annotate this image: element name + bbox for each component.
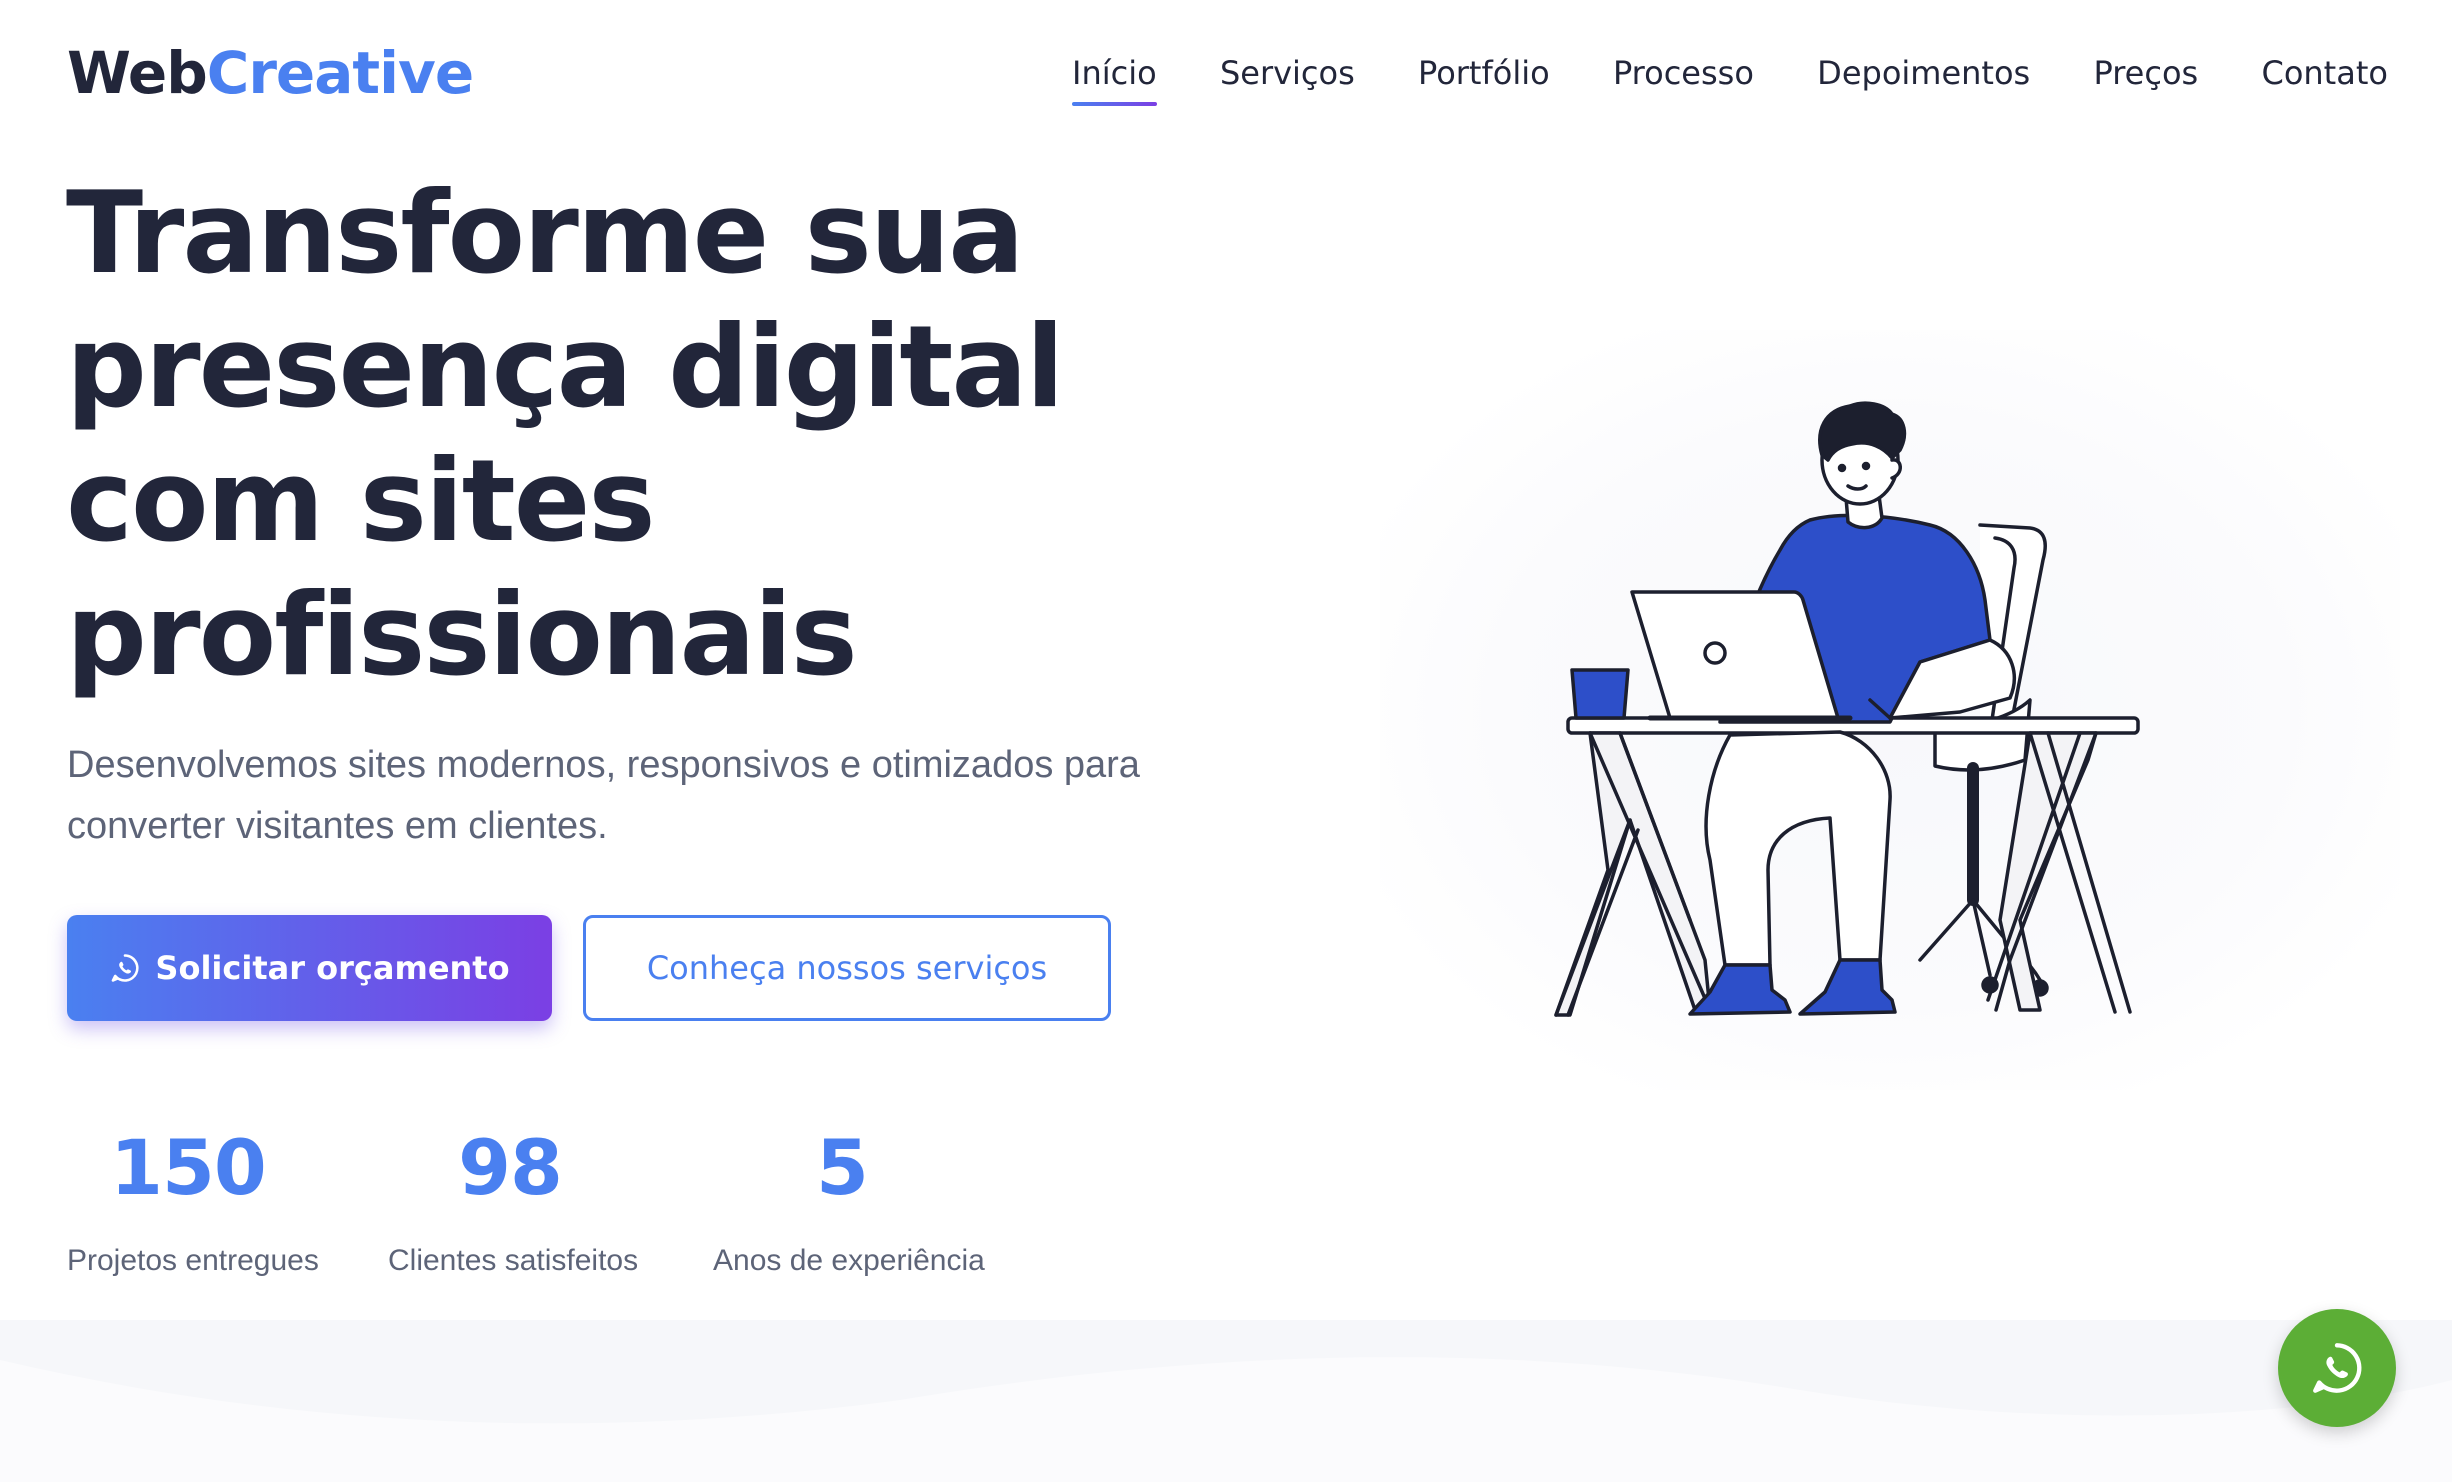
nav-item-precos[interactable]: Preços [2093,50,2198,96]
hero-headline: Transforme sua presença digital com site… [66,166,1166,702]
stat-value: 5 [816,1123,869,1212]
brand-logo[interactable]: WebCreative [67,38,474,108]
hero-subtitle-line: converter visitantes em clientes. [67,805,608,847]
nav-item-contato[interactable]: Contato [2261,50,2387,96]
hero-headline-line: profissionais [66,569,858,701]
our-services-button[interactable]: Conheça nossos serviços [583,915,1111,1021]
stat-projects: 150 Projetos entregues [67,1118,319,1278]
nav-item-portfolio[interactable]: Portfólio [1418,50,1550,96]
brand-logo-part1: Web [67,39,208,107]
bottom-wave-divider [0,1320,2452,1482]
whatsapp-icon [2308,1339,2366,1397]
whatsapp-icon [109,952,141,984]
request-quote-label: Solicitar orçamento [155,949,510,987]
stat-clients: 98 Clientes satisfeitos [388,1118,639,1278]
person-working-on-laptop-illustration [1554,401,2140,1017]
whatsapp-floating-button[interactable] [2278,1309,2396,1427]
stat-label: Anos de experiência [713,1244,985,1277]
brand-logo-part2: Creative [206,39,474,107]
hero-headline-line: com sites [66,435,656,567]
stat-value: 98 [458,1123,563,1212]
stat-label: Clientes satisfeitos [388,1244,639,1277]
stat-years: 5 Anos de experiência [713,1118,985,1278]
hero-headline-line: Transforme sua [66,167,1025,299]
hero-subtitle-line: Desenvolvemos sites modernos, responsivo… [67,744,1140,786]
landing-page: WebCreative Início Serviços Portfólio Pr… [0,0,2452,1482]
request-quote-button[interactable]: Solicitar orçamento [67,915,552,1021]
nav-item-inicio[interactable]: Início [1072,50,1157,106]
stat-label: Projetos entregues [67,1244,319,1277]
nav-item-processo[interactable]: Processo [1613,50,1754,96]
hero-headline-line: presença digital [66,301,1064,433]
stat-value: 150 [110,1123,267,1212]
main-nav: Início Serviços Portfólio Processo Depoi… [1072,50,2388,106]
our-services-label: Conheça nossos serviços [646,949,1048,987]
hero-subtitle: Desenvolvemos sites modernos, responsivo… [67,735,1197,857]
nav-item-servicos[interactable]: Serviços [1220,50,1355,96]
nav-item-depoimentos[interactable]: Depoimentos [1817,50,2030,96]
